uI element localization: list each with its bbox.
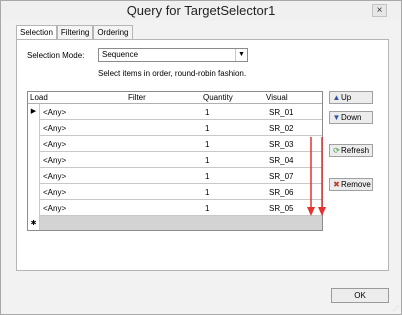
row-header[interactable] bbox=[28, 168, 40, 184]
cell-quantity[interactable]: 1 bbox=[205, 108, 209, 117]
column-header-filter[interactable]: Filter bbox=[128, 93, 146, 102]
cell-visual[interactable]: SR_01 bbox=[269, 108, 293, 117]
column-header-load[interactable]: Load bbox=[30, 93, 48, 102]
row-header[interactable] bbox=[28, 184, 40, 200]
close-icon: × bbox=[376, 5, 383, 16]
table-row[interactable]: <Any> 1 SR_04 bbox=[28, 152, 322, 168]
cell-load[interactable]: <Any> bbox=[43, 172, 66, 181]
row-header[interactable] bbox=[28, 152, 40, 168]
cell-visual[interactable]: SR_06 bbox=[269, 188, 293, 197]
new-row-icon: ✱ bbox=[28, 216, 40, 230]
remove-button-label: Remove bbox=[341, 180, 371, 189]
cell-load[interactable]: <Any> bbox=[43, 188, 66, 197]
cell-load[interactable]: <Any> bbox=[43, 204, 66, 213]
cell-visual[interactable]: SR_07 bbox=[269, 172, 293, 181]
table-row[interactable]: <Any> 1 SR_03 bbox=[28, 136, 322, 152]
title-bar: Query for TargetSelector1 × bbox=[1, 1, 401, 21]
down-arrow-icon bbox=[307, 207, 315, 216]
cell-load[interactable]: <Any> bbox=[43, 108, 66, 117]
annotation-arrows bbox=[307, 137, 326, 216]
row-header[interactable] bbox=[28, 200, 40, 216]
table-row[interactable]: <Any> 1 SR_06 bbox=[28, 184, 322, 200]
table-row[interactable]: <Any> 1 SR_05 bbox=[28, 200, 322, 216]
cell-visual[interactable]: SR_05 bbox=[269, 204, 293, 213]
down-button-label: Down bbox=[341, 113, 362, 122]
table-row[interactable]: ▶ <Any> 1 SR_01 bbox=[28, 104, 322, 120]
column-header-visual[interactable]: Visual bbox=[266, 93, 288, 102]
row-header[interactable] bbox=[28, 120, 40, 136]
up-button[interactable]: ▲Up bbox=[329, 91, 373, 104]
cell-quantity[interactable]: 1 bbox=[205, 156, 209, 165]
tab-strip: Selection Filtering Ordering bbox=[16, 25, 133, 40]
refresh-button[interactable]: ⟳Refresh bbox=[329, 144, 373, 157]
new-row[interactable]: ✱ bbox=[28, 216, 322, 230]
up-arrow-icon: ▲ bbox=[332, 93, 341, 102]
cell-quantity[interactable]: 1 bbox=[205, 172, 209, 181]
table-row[interactable]: <Any> 1 SR_07 bbox=[28, 168, 322, 184]
selection-mode-dropdown[interactable]: Sequence ▼ bbox=[98, 48, 248, 62]
refresh-icon: ⟳ bbox=[333, 146, 340, 155]
tab-selection[interactable]: Selection bbox=[16, 25, 57, 40]
cell-quantity[interactable]: 1 bbox=[205, 140, 209, 149]
cell-quantity[interactable]: 1 bbox=[205, 204, 209, 213]
grid-header: Load Filter Quantity Visual bbox=[28, 92, 322, 104]
cell-load[interactable]: <Any> bbox=[43, 140, 66, 149]
down-button[interactable]: ▼Down bbox=[329, 111, 373, 124]
down-arrow-icon bbox=[318, 207, 326, 216]
table-row[interactable]: <Any> 1 SR_02 bbox=[28, 120, 322, 136]
current-row-indicator-icon: ▶ bbox=[28, 104, 40, 120]
query-dialog: Query for TargetSelector1 × Selection Fi… bbox=[0, 0, 402, 315]
refresh-button-label: Refresh bbox=[341, 146, 370, 155]
close-button[interactable]: × bbox=[372, 4, 387, 17]
cell-load[interactable]: <Any> bbox=[43, 156, 66, 165]
chevron-down-icon[interactable]: ▼ bbox=[235, 49, 247, 61]
remove-button[interactable]: ✖Remove bbox=[329, 178, 373, 191]
up-button-label: Up bbox=[341, 93, 352, 102]
selection-mode-description: Select items in order, round-robin fashi… bbox=[98, 69, 247, 78]
tab-ordering[interactable]: Ordering bbox=[93, 25, 133, 39]
selection-panel: Selection Mode: Sequence ▼ Select items … bbox=[16, 39, 389, 271]
cell-quantity[interactable]: 1 bbox=[205, 188, 209, 197]
row-header[interactable] bbox=[28, 136, 40, 152]
column-header-quantity[interactable]: Quantity bbox=[203, 93, 233, 102]
tab-filtering[interactable]: Filtering bbox=[56, 25, 94, 39]
selection-mode-label: Selection Mode: bbox=[27, 51, 85, 60]
cell-visual[interactable]: SR_03 bbox=[269, 140, 293, 149]
down-arrow-icon: ▼ bbox=[332, 113, 341, 122]
cell-visual[interactable]: SR_04 bbox=[269, 156, 293, 165]
cell-visual[interactable]: SR_02 bbox=[269, 124, 293, 133]
cell-load[interactable]: <Any> bbox=[43, 124, 66, 133]
selection-mode-value: Sequence bbox=[102, 50, 139, 59]
ok-button[interactable]: OK bbox=[331, 288, 389, 303]
cell-quantity[interactable]: 1 bbox=[205, 124, 209, 133]
dialog-title: Query for TargetSelector1 bbox=[126, 3, 276, 18]
resize-grip-icon[interactable]: ⋰ bbox=[393, 305, 399, 312]
items-grid[interactable]: Load Filter Quantity Visual ▶ <Any> 1 SR… bbox=[27, 91, 323, 231]
remove-icon: ✖ bbox=[333, 180, 340, 189]
